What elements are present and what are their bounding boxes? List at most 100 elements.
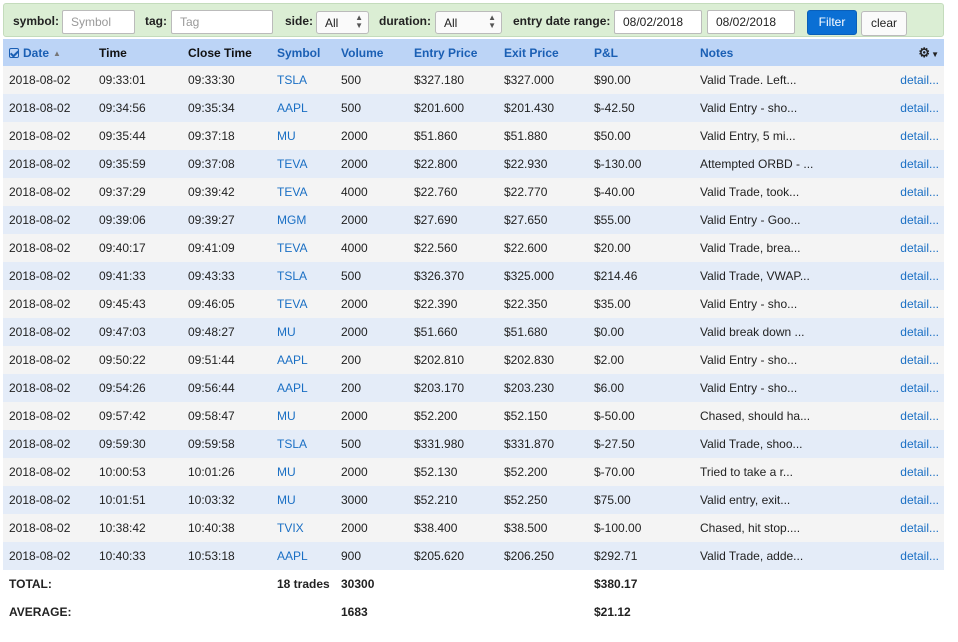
cell-volume: 500: [335, 430, 408, 458]
average-volume: 1683: [335, 598, 408, 626]
table-row[interactable]: 2018-08-02 10:38:42 10:40:38 TVIX 2000 $38.40…: [3, 514, 944, 542]
detail-link[interactable]: detail...: [864, 122, 944, 150]
detail-link[interactable]: detail...: [864, 178, 944, 206]
detail-link[interactable]: detail...: [864, 66, 944, 94]
cell-entry-price: $22.390: [408, 290, 498, 318]
cell-symbol[interactable]: MU: [271, 318, 335, 346]
cell-symbol[interactable]: AAPL: [271, 374, 335, 402]
table-row[interactable]: 2018-08-02 09:35:59 09:37:08 TEVA 2000 $22.80…: [3, 150, 944, 178]
date-to-input[interactable]: [707, 10, 795, 34]
table-row[interactable]: 2018-08-02 09:39:06 09:39:27 MGM 2000 $27.690…: [3, 206, 944, 234]
total-volume: 30300: [335, 570, 408, 598]
column-header-exit-price[interactable]: Exit Price: [498, 39, 588, 66]
cell-symbol[interactable]: MGM: [271, 206, 335, 234]
column-header-date[interactable]: Date ▲: [3, 39, 93, 66]
table-row[interactable]: 2018-08-02 09:40:17 09:41:09 TEVA 4000 $22.56…: [3, 234, 944, 262]
date-from-input[interactable]: [614, 10, 702, 34]
detail-link[interactable]: detail...: [864, 262, 944, 290]
detail-link[interactable]: detail...: [864, 290, 944, 318]
table-row[interactable]: 2018-08-02 10:00:53 10:01:26 MU 2000 $52.130 $…: [3, 458, 944, 486]
cell-symbol[interactable]: TEVA: [271, 234, 335, 262]
cell-exit-price: $206.250: [498, 542, 588, 570]
table-row[interactable]: 2018-08-02 09:54:26 09:56:44 AAPL 200 $203.17…: [3, 374, 944, 402]
cell-time: 09:39:06: [93, 206, 182, 234]
clear-button[interactable]: clear: [861, 11, 907, 36]
cell-entry-price: $38.400: [408, 514, 498, 542]
cell-exit-price: $51.880: [498, 122, 588, 150]
cell-symbol[interactable]: TVIX: [271, 514, 335, 542]
cell-exit-price: $52.150: [498, 402, 588, 430]
detail-link[interactable]: detail...: [864, 402, 944, 430]
table-row[interactable]: 2018-08-02 09:33:01 09:33:30 TSLA 500 $327.18…: [3, 66, 944, 94]
table-row[interactable]: 2018-08-02 09:34:56 09:35:34 AAPL 500 $201.60…: [3, 94, 944, 122]
detail-link[interactable]: detail...: [864, 234, 944, 262]
checkbox-icon[interactable]: [9, 47, 19, 58]
column-header-entry-price[interactable]: Entry Price: [408, 39, 498, 66]
cell-volume: 200: [335, 374, 408, 402]
column-header-pnl[interactable]: P&L: [588, 39, 694, 66]
table-row[interactable]: 2018-08-02 09:35:44 09:37:18 MU 2000 $51.860 $…: [3, 122, 944, 150]
cell-symbol[interactable]: TEVA: [271, 290, 335, 318]
cell-symbol[interactable]: AAPL: [271, 94, 335, 122]
table-row[interactable]: 2018-08-02 10:40:33 10:53:18 AAPL 900 $205.62…: [3, 542, 944, 570]
detail-link[interactable]: detail...: [864, 206, 944, 234]
sort-ascending-icon: ▲: [53, 48, 61, 58]
detail-link[interactable]: detail...: [864, 514, 944, 542]
duration-select[interactable]: All ▲ ▼: [435, 11, 502, 34]
cell-notes: Valid Entry - sho...: [694, 290, 864, 318]
gear-icon[interactable]: ⚙: [918, 45, 930, 60]
detail-link[interactable]: detail...: [864, 542, 944, 570]
cell-symbol[interactable]: MU: [271, 122, 335, 150]
table-row[interactable]: 2018-08-02 09:37:29 09:39:42 TEVA 4000 $22.76…: [3, 178, 944, 206]
cell-entry-price: $52.210: [408, 486, 498, 514]
cell-symbol[interactable]: MU: [271, 458, 335, 486]
table-row[interactable]: 2018-08-02 09:59:30 09:59:58 TSLA 500 $331.98…: [3, 430, 944, 458]
table-row[interactable]: 2018-08-02 09:57:42 09:58:47 MU 2000 $52.200 $…: [3, 402, 944, 430]
cell-pnl: $-42.50: [588, 94, 694, 122]
cell-time: 09:50:22: [93, 346, 182, 374]
cell-notes: Chased, should ha...: [694, 402, 864, 430]
column-header-volume[interactable]: Volume: [335, 39, 408, 66]
detail-link[interactable]: detail...: [864, 458, 944, 486]
cell-symbol[interactable]: TEVA: [271, 150, 335, 178]
detail-link[interactable]: detail...: [864, 318, 944, 346]
table-row[interactable]: 2018-08-02 09:50:22 09:51:44 AAPL 200 $202.81…: [3, 346, 944, 374]
side-select[interactable]: All ▲ ▼: [316, 11, 369, 34]
detail-link[interactable]: detail...: [864, 150, 944, 178]
detail-link[interactable]: detail...: [864, 94, 944, 122]
detail-link[interactable]: detail...: [864, 486, 944, 514]
table-row[interactable]: 2018-08-02 09:45:43 09:46:05 TEVA 2000 $22.39…: [3, 290, 944, 318]
cell-symbol[interactable]: MU: [271, 486, 335, 514]
tag-input[interactable]: [171, 10, 273, 34]
total-row: TOTAL: 18 trades 30300 $380.17: [3, 570, 944, 598]
cell-close-time: 09:59:58: [182, 430, 271, 458]
cell-symbol[interactable]: TSLA: [271, 262, 335, 290]
cell-exit-price: $325.000: [498, 262, 588, 290]
cell-volume: 4000: [335, 178, 408, 206]
cell-symbol[interactable]: TEVA: [271, 178, 335, 206]
cell-volume: 4000: [335, 234, 408, 262]
cell-symbol[interactable]: AAPL: [271, 542, 335, 570]
cell-volume: 900: [335, 542, 408, 570]
cell-time: 09:35:44: [93, 122, 182, 150]
cell-symbol[interactable]: TSLA: [271, 66, 335, 94]
column-header-notes[interactable]: Notes: [694, 39, 864, 66]
table-row[interactable]: 2018-08-02 09:47:03 09:48:27 MU 2000 $51.660 $…: [3, 318, 944, 346]
filter-button[interactable]: Filter: [807, 10, 857, 35]
detail-link[interactable]: detail...: [864, 346, 944, 374]
table-row[interactable]: 2018-08-02 09:41:33 09:43:33 TSLA 500 $326.37…: [3, 262, 944, 290]
table-row[interactable]: 2018-08-02 10:01:51 10:03:32 MU 3000 $52.210 $…: [3, 486, 944, 514]
detail-link[interactable]: detail...: [864, 430, 944, 458]
cell-date: 2018-08-02: [3, 234, 93, 262]
symbol-input[interactable]: [62, 10, 135, 34]
cell-symbol[interactable]: TSLA: [271, 430, 335, 458]
cell-entry-price: $326.370: [408, 262, 498, 290]
detail-link[interactable]: detail...: [864, 374, 944, 402]
cell-time: 09:35:59: [93, 150, 182, 178]
cell-symbol[interactable]: AAPL: [271, 346, 335, 374]
cell-exit-price: $201.430: [498, 94, 588, 122]
cell-entry-price: $22.800: [408, 150, 498, 178]
column-settings[interactable]: ⚙▼: [864, 39, 944, 66]
column-header-symbol[interactable]: Symbol: [271, 39, 335, 66]
cell-symbol[interactable]: MU: [271, 402, 335, 430]
